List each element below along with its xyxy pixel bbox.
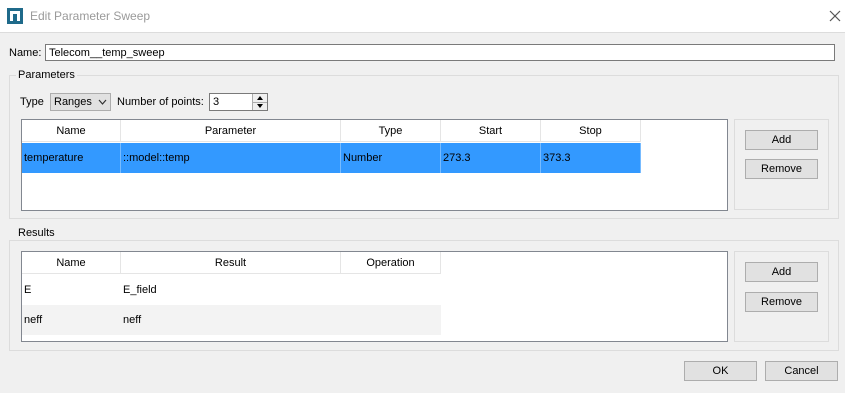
name-field[interactable]	[45, 44, 835, 61]
results-button-panel: Add Remove	[734, 251, 829, 342]
results-table-header: Name Result Operation	[22, 252, 441, 274]
cell-name[interactable]: E	[22, 275, 121, 305]
cell-operation[interactable]	[341, 305, 441, 335]
type-select[interactable]: Ranges	[50, 93, 111, 111]
column-header[interactable]: Result	[121, 252, 341, 274]
cell-result[interactable]: E_field	[121, 275, 341, 305]
cell-parameter[interactable]: ::model::temp	[121, 143, 341, 173]
parameters-group-title: Parameters	[16, 69, 77, 81]
column-header[interactable]: Parameter	[121, 120, 341, 142]
name-label: Name:	[9, 47, 42, 59]
column-header[interactable]: Type	[341, 120, 441, 142]
results-group-title: Results	[16, 227, 57, 239]
cancel-button[interactable]: Cancel	[765, 361, 838, 381]
cell-start[interactable]: 273.3	[441, 143, 541, 173]
results-table: Name Result Operation E E_field neff nef…	[21, 251, 728, 342]
app-logo-icon	[7, 8, 23, 24]
column-header[interactable]: Stop	[541, 120, 641, 142]
type-select-value: Ranges	[54, 96, 92, 108]
cell-result[interactable]: neff	[121, 305, 341, 335]
cell-stop[interactable]: 373.3	[541, 143, 641, 173]
parameters-button-panel: Add Remove	[734, 119, 829, 210]
points-stepper[interactable]: 3	[209, 93, 268, 111]
type-label: Type	[20, 96, 44, 108]
table-row[interactable]: E E_field	[22, 275, 441, 305]
add-parameter-button[interactable]: Add	[745, 130, 818, 150]
table-row[interactable]: neff neff	[22, 305, 441, 335]
table-row[interactable]: temperature ::model::temp Number 273.3 3…	[22, 143, 641, 173]
points-value: 3	[213, 96, 220, 108]
cell-name[interactable]: temperature	[22, 143, 121, 173]
stepper-buttons	[252, 94, 267, 110]
remove-result-button[interactable]: Remove	[745, 292, 818, 312]
close-icon[interactable]	[828, 9, 842, 23]
points-label: Number of points:	[117, 96, 204, 108]
parameters-table-header: Name Parameter Type Start Stop	[22, 120, 641, 142]
title-bar: Edit Parameter Sweep	[0, 0, 845, 33]
cell-type[interactable]: Number	[341, 143, 441, 173]
add-result-button[interactable]: Add	[745, 262, 818, 282]
remove-parameter-button[interactable]: Remove	[745, 159, 818, 179]
column-header[interactable]: Name	[22, 120, 121, 142]
ok-button[interactable]: OK	[684, 361, 757, 381]
column-header[interactable]: Operation	[341, 252, 441, 274]
window-title: Edit Parameter Sweep	[30, 9, 151, 23]
cell-operation[interactable]	[341, 275, 441, 305]
parameters-table: Name Parameter Type Start Stop temperatu…	[21, 119, 728, 211]
column-header[interactable]: Start	[441, 120, 541, 142]
chevron-down-icon	[98, 99, 107, 105]
spin-down-icon[interactable]	[253, 102, 267, 110]
column-header[interactable]: Name	[22, 252, 121, 274]
cell-name[interactable]: neff	[22, 305, 121, 335]
